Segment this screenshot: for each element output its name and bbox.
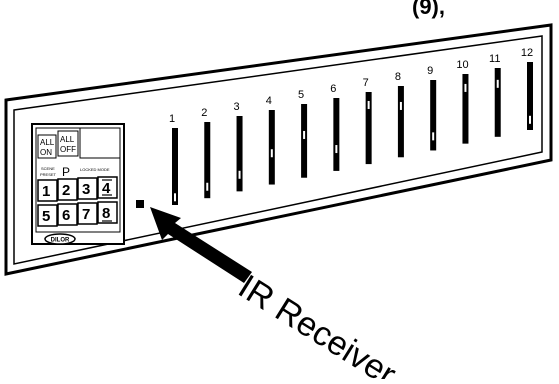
channel-8-track [397,86,404,158]
all-on-button[interactable]: ALL ON [37,134,57,159]
channel-12-slider-knob[interactable] [529,115,531,124]
locked-mode-label: LOCKED MODE [80,167,110,172]
channel-11-label: 11 [489,53,500,65]
channel-8-label: 8 [395,71,401,83]
channel-9-slider-knob[interactable] [432,132,435,141]
channel-8-slider-knob[interactable] [399,101,402,110]
channel-6-track [333,98,340,171]
scene-value: P [62,165,70,179]
all-off-label-line2: OFF [60,145,76,154]
key-3-label: 3 [82,181,90,198]
key-8[interactable]: 8 [97,201,118,224]
channel-12-label: 12 [521,47,533,59]
channel-2-label: 2 [201,107,207,119]
key-8-label: 8 [102,205,110,222]
channel-5-track [301,104,308,178]
top-fragment-text: (9), [412,0,445,19]
key-6[interactable]: 6 [57,203,78,226]
dimmer-diagram: (9), ALL ON ALL OFF SCENE PRESET P LOCKE… [0,0,559,384]
channel-1-label: 1 [169,113,175,125]
channel-3-label: 3 [233,101,239,113]
channel-3-slider-knob[interactable] [238,170,241,179]
key-6-label: 6 [62,207,70,224]
key-7-label: 7 [82,206,90,223]
channel-2-slider-knob[interactable] [206,182,209,191]
key-1-label: 1 [42,183,50,200]
channel-4-label: 4 [266,95,272,107]
key-2-label: 2 [62,182,70,199]
channel-3-track [236,116,243,192]
key-7[interactable]: 7 [77,202,98,225]
ir-receiver-arrow [150,207,252,283]
key-2[interactable]: 2 [57,178,78,201]
keypad-panel: ALL ON ALL OFF SCENE PRESET P LOCKED MOD… [31,123,125,245]
channel-5-label: 5 [298,89,304,101]
channel-5-slider-knob[interactable] [303,130,306,139]
scene-label-line1: SCENE [41,166,55,171]
ir-receiver-label: IR Receiver [232,268,403,379]
channel-11-slider-knob[interactable] [496,79,499,88]
channel-1-slider-knob[interactable] [174,193,176,202]
key-1[interactable]: 1 [37,179,58,202]
key-5-label: 5 [42,208,50,225]
scene-label-line2: PRESET [40,172,57,177]
channel-6-slider-knob[interactable] [335,145,338,154]
channel-11-track [494,68,501,137]
channel-4-track [268,110,275,185]
channel-6-label: 6 [330,83,336,95]
all-off-label-line1: ALL [60,135,75,144]
key-3[interactable]: 3 [77,177,98,200]
channel-7-label: 7 [363,77,369,89]
channel-10-label: 10 [456,59,468,71]
channel-4-slider-knob[interactable] [270,149,273,158]
channel-9-label: 9 [427,65,433,77]
key-4[interactable]: 4 [97,176,118,199]
key-5[interactable]: 5 [37,204,58,227]
all-off-button[interactable]: ALL OFF [57,130,79,157]
brand-logo-text: DILOR [51,238,70,244]
brand-logo: DILOR [44,233,76,245]
channel-7-slider-knob[interactable] [367,100,370,109]
all-on-label-line1: ALL [40,138,55,147]
channel-10-slider-knob[interactable] [464,83,467,92]
all-on-label-line2: ON [40,148,52,157]
ir-receiver-window [136,200,144,208]
